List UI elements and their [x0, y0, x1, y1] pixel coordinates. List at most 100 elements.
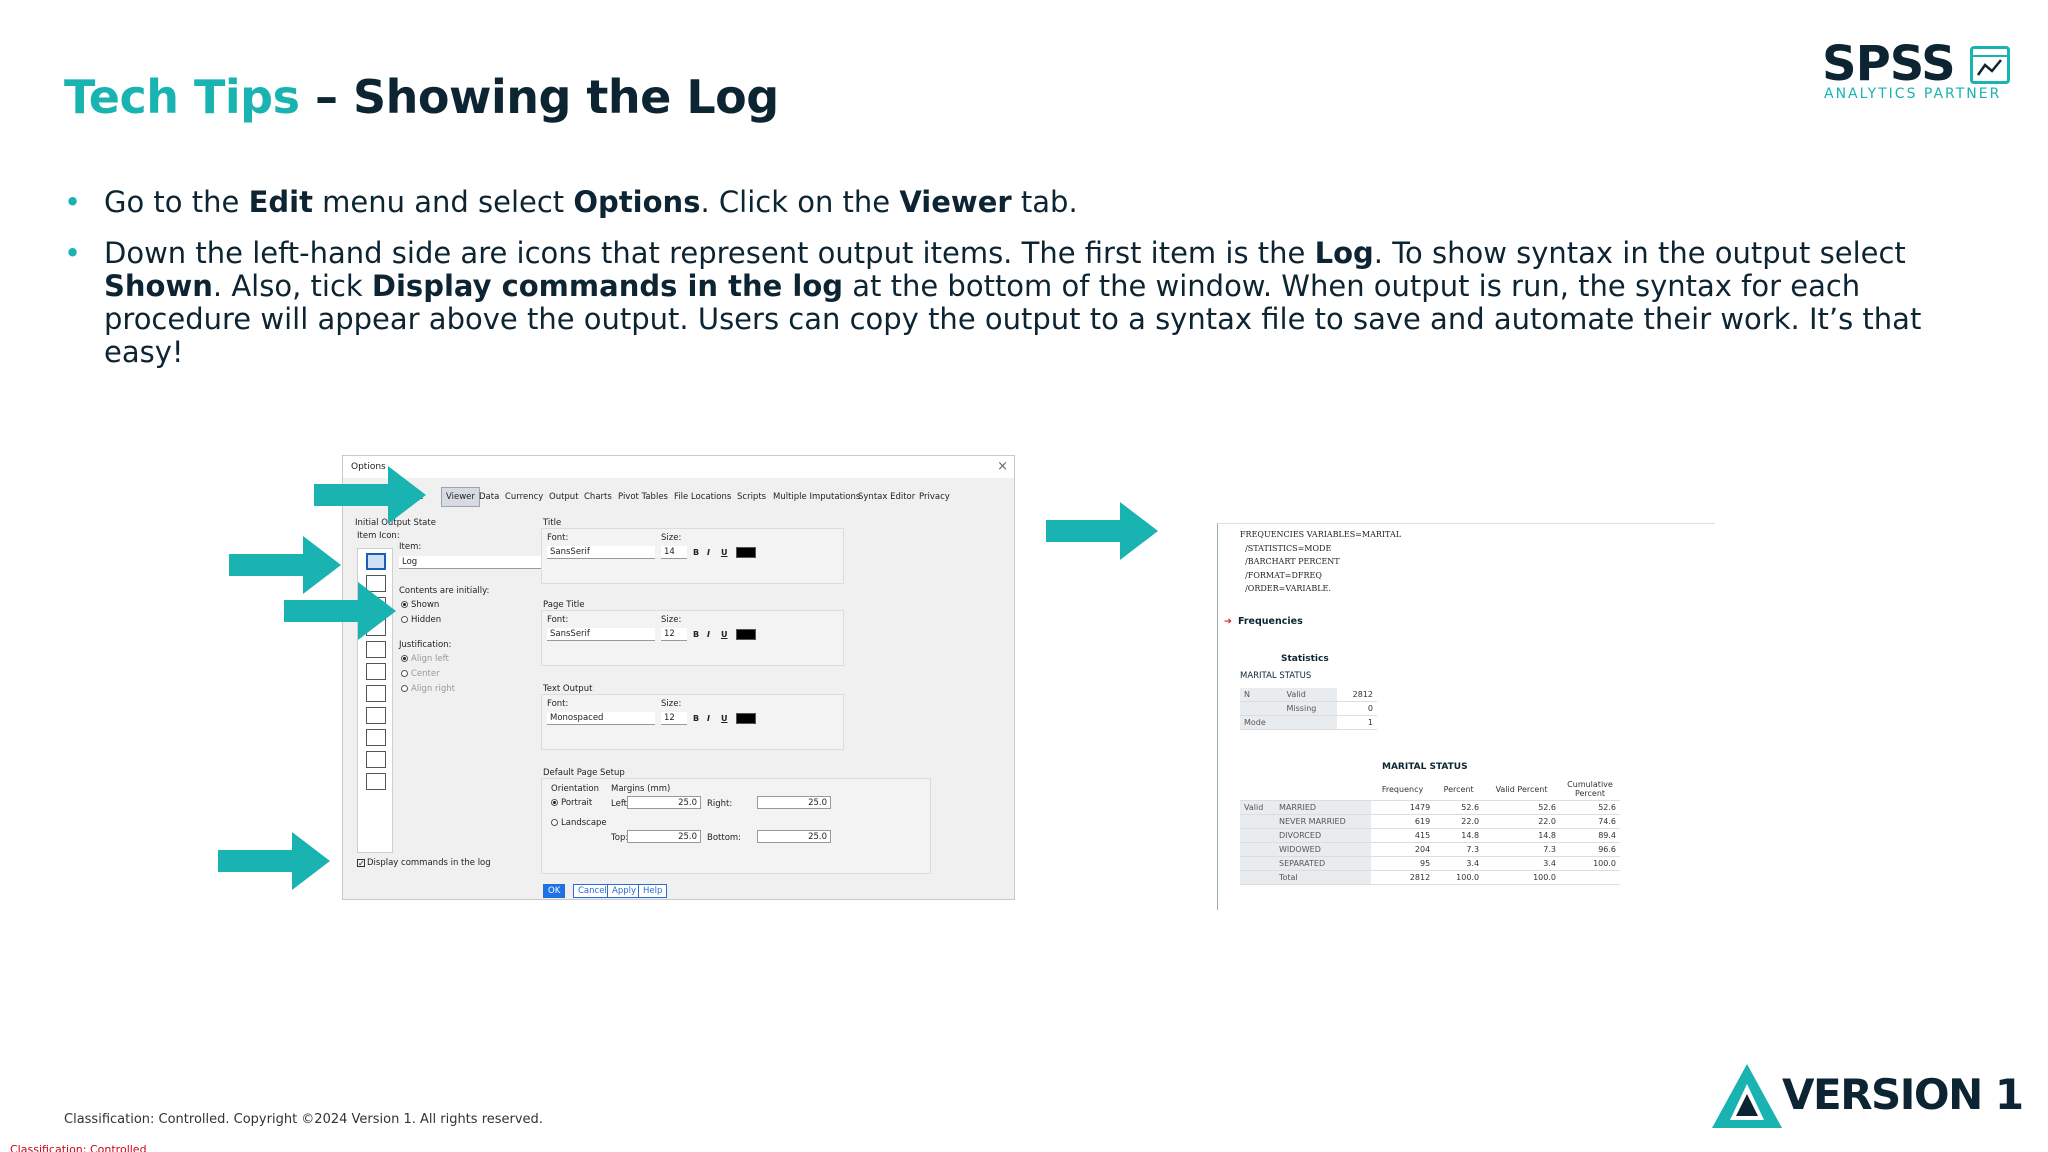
help-button[interactable]: Help [638, 884, 668, 898]
syntax-log: FREQUENCIES VARIABLES=MARITAL /STATISTIC… [1240, 530, 1402, 593]
table-header-row: Frequency Percent Valid Percent Cumulative … [1240, 778, 1620, 801]
italic-button[interactable]: I [707, 548, 710, 557]
arrow-right-icon [314, 466, 426, 524]
item-icon-label: Item Icon: [357, 531, 400, 541]
statistics-table: N Valid 2812 Missing 0 Mode 1 [1240, 688, 1377, 730]
margins-label: Margins (mm) [611, 784, 671, 794]
page-color-picker[interactable] [736, 629, 756, 640]
margin-top-input[interactable]: 25.0 [627, 830, 701, 843]
tab-privacy[interactable]: Privacy [919, 492, 950, 502]
table-row: SEPARATED 95 3.4 3.4 100.0 [1240, 856, 1620, 871]
checkmark-icon: ✓ [357, 859, 365, 868]
log-item-icon[interactable] [366, 553, 386, 570]
tab-multiple-imputations[interactable]: Multiple Imputations [773, 492, 860, 502]
tab-scripts[interactable]: Scripts [737, 492, 766, 502]
marital-status-title: MARITAL STATUS [1382, 762, 1468, 772]
radio-off-icon [401, 685, 408, 692]
arrow-right-icon [218, 832, 330, 890]
tab-currency[interactable]: Currency [505, 492, 543, 502]
radio-off-icon [401, 616, 408, 623]
tab-viewer[interactable]: Viewer [441, 487, 480, 507]
italic-button[interactable]: I [707, 714, 710, 723]
table-row: N Valid 2812 [1240, 688, 1377, 702]
bullet-list: • Go to the Edit menu and select Options.… [64, 186, 2004, 387]
margin-right-input[interactable]: 25.0 [757, 796, 831, 809]
shown-radio[interactable]: Shown [401, 600, 439, 610]
apply-button[interactable]: Apply [607, 884, 641, 898]
options-dialog: Options × ge Viewer Data Currency Output… [342, 455, 1015, 900]
pivot-table-item-icon[interactable] [366, 663, 386, 680]
page-title-item-icon[interactable] [366, 641, 386, 658]
table-row: NEVER MARRIED 619 22.0 22.0 74.6 [1240, 814, 1620, 829]
underline-button[interactable]: U [721, 630, 728, 639]
triangle-logo-icon [1712, 1064, 1782, 1128]
text-output-item-icon[interactable] [366, 707, 386, 724]
margin-bottom-label: Bottom: [707, 833, 742, 843]
orientation-label: Orientation [551, 784, 599, 794]
text-size-select[interactable]: 12 [661, 712, 687, 725]
align-left-radio[interactable]: Align left [401, 654, 449, 664]
margin-right-label: Right: [707, 799, 733, 809]
align-right-radio[interactable]: Align right [401, 684, 455, 694]
bold-button[interactable]: B [693, 714, 699, 723]
landscape-radio[interactable]: Landscape [551, 818, 607, 828]
arrow-right-icon [284, 582, 396, 640]
title-accent: Tech Tips [64, 70, 300, 124]
margin-top-label: Top: [611, 833, 629, 843]
justification-label: Justification: [399, 640, 452, 650]
unknown-item-icon[interactable] [366, 773, 386, 790]
tab-file-locations[interactable]: File Locations [674, 492, 731, 502]
radio-on-icon [401, 655, 408, 662]
tab-charts[interactable]: Charts [584, 492, 612, 502]
margin-left-input[interactable]: 25.0 [627, 796, 701, 809]
close-icon[interactable]: × [997, 459, 1008, 474]
margin-bottom-input[interactable]: 25.0 [757, 830, 831, 843]
spss-logo-tagline: ANALYTICS PARTNER [1824, 86, 2002, 102]
table-row: DIVORCED 415 14.8 14.8 89.4 [1240, 828, 1620, 843]
underline-button[interactable]: U [721, 714, 728, 723]
page-size-select[interactable]: 12 [661, 628, 687, 641]
text-font-select[interactable]: Monospaced [547, 712, 655, 725]
title-font-label: Font: [547, 533, 569, 543]
model-viewer-item-icon[interactable] [366, 751, 386, 768]
tree-model-item-icon[interactable] [366, 729, 386, 746]
spss-logo-word: SPSS [1822, 36, 1956, 92]
italic-button[interactable]: I [707, 630, 710, 639]
center-radio[interactable]: Center [401, 669, 440, 679]
table-row: Mode 1 [1240, 715, 1377, 730]
arrow-icon: ➔ [1224, 616, 1232, 627]
tab-output[interactable]: Output [549, 492, 579, 502]
text-font-label: Font: [547, 699, 569, 709]
tab-pivot-tables[interactable]: Pivot Tables [618, 492, 668, 502]
chart-item-icon[interactable] [366, 685, 386, 702]
ok-button[interactable]: OK [543, 884, 566, 898]
page-font-label: Font: [547, 615, 569, 625]
title-size-select[interactable]: 14 [661, 546, 687, 559]
title-color-picker[interactable] [736, 547, 756, 558]
bold-button[interactable]: B [693, 548, 699, 557]
page-title: Tech Tips – Showing the Log [64, 70, 779, 124]
dialog-titlebar: Options × [343, 456, 1014, 478]
tab-syntax-editor[interactable]: Syntax Editor [858, 492, 915, 502]
bold-button[interactable]: B [693, 630, 699, 639]
hidden-radio[interactable]: Hidden [401, 615, 441, 625]
portrait-radio[interactable]: Portrait [551, 798, 592, 808]
cancel-button[interactable]: Cancel [573, 884, 612, 898]
bullet-item: • Down the left-hand side are icons that … [64, 236, 1922, 369]
title-font-select[interactable]: SansSerif [547, 546, 655, 559]
footer-classification: Classification: Controlled [10, 1143, 147, 1152]
page-title-group-label: Page Title [543, 600, 585, 610]
contents-label: Contents are initially: [399, 586, 490, 596]
display-commands-checkbox[interactable]: ✓ Display commands in the log [357, 858, 491, 868]
radio-off-icon [401, 670, 408, 677]
underline-button[interactable]: U [721, 548, 728, 557]
page-font-select[interactable]: SansSerif [547, 628, 655, 641]
bullet-dot-icon: • [64, 236, 82, 270]
item-label: Item: [399, 542, 422, 552]
table-row: Total 2812 100.0 100.0 [1240, 870, 1620, 885]
table-row: Missing 0 [1240, 701, 1377, 716]
arrow-right-icon [1046, 502, 1158, 560]
title-rest: – Showing the Log [299, 70, 779, 124]
text-color-picker[interactable] [736, 713, 756, 724]
tab-data[interactable]: Data [479, 492, 499, 502]
